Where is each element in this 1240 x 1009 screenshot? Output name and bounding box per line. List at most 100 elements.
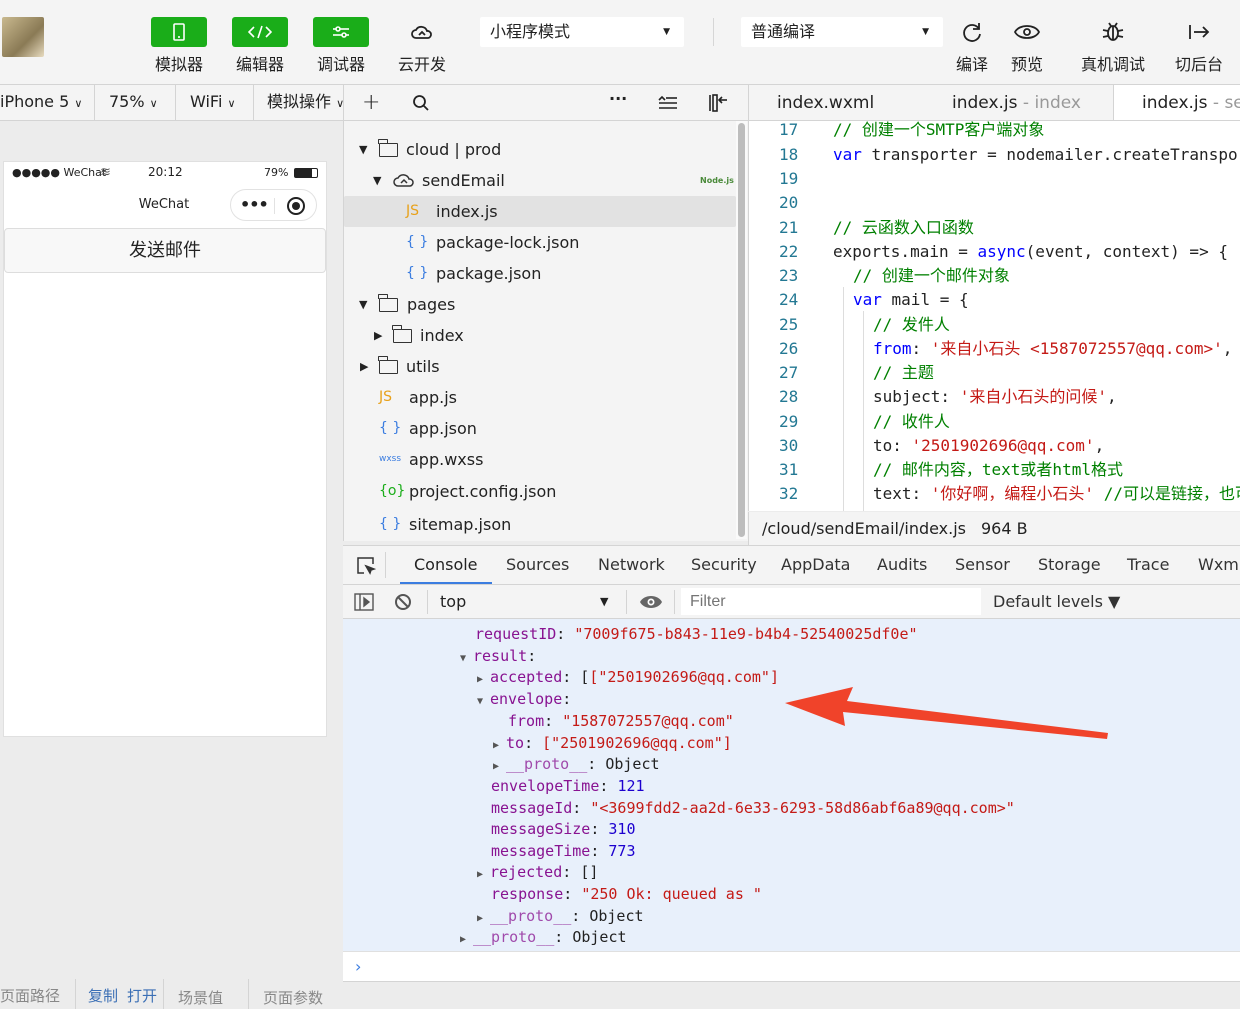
sidebar-toggle-icon[interactable]	[354, 593, 374, 611]
console-line[interactable]: ▶ __proto__: Object	[460, 926, 627, 948]
code-editor[interactable]: 17 // 创建一个SMTP客户端对象 18 var transporter = n…	[748, 121, 1240, 511]
log-levels-select[interactable]: Default levels ▼	[993, 585, 1120, 618]
tab-index-wxml[interactable]: index.wxml	[777, 85, 874, 120]
property-value: "<3699fdd2-aa2d-6e33-6293-58d86abf6a89@q…	[590, 799, 1015, 817]
scrollbar-thumb[interactable]	[738, 123, 745, 537]
console-line[interactable]: ▶ accepted: [["2501902696@qq.com"]	[477, 666, 779, 688]
code-line: 26 from: '来自小石头 <1587072557@qq.com>',	[749, 337, 1240, 361]
console-prompt[interactable]: ›	[343, 951, 1240, 981]
collapsed-triangle-icon[interactable]: ▶	[477, 864, 490, 886]
more-icon[interactable]: ···	[609, 89, 627, 108]
tab-trace[interactable]: Trace	[1127, 546, 1169, 584]
console-line[interactable]: ▼ result:	[460, 645, 536, 667]
context-select[interactable]: top ▼	[440, 585, 614, 618]
code-text: (event, context) => {	[1025, 242, 1228, 261]
inspect-element-icon[interactable]	[356, 556, 376, 576]
console-line[interactable]: ▶ to: ["2501902696@qq.com"]	[493, 732, 732, 754]
tree-item-app-js[interactable]: JS app.js	[344, 382, 736, 413]
tab-network[interactable]: Network	[598, 546, 665, 584]
debugger-button[interactable]	[313, 17, 369, 47]
chevron-down-icon: ∨	[149, 97, 158, 110]
collapse-arrow-icon: ▶	[360, 360, 369, 373]
collapse-all-icon[interactable]	[658, 95, 678, 111]
cloud-button[interactable]	[394, 17, 450, 47]
tab-sensor[interactable]: Sensor	[955, 546, 1010, 584]
tab-appdata[interactable]: AppData	[781, 546, 850, 584]
device-select[interactable]: iPhone 5 ∨	[0, 85, 95, 120]
mode-select[interactable]: 小程序模式 ▼	[480, 17, 684, 47]
tab-index-js-index[interactable]: index.js - index	[952, 85, 1081, 120]
copy-link[interactable]: 复制	[88, 985, 118, 1006]
compile-mode-select[interactable]: 普通编译 ▼	[741, 17, 943, 47]
line-number: 21	[779, 218, 799, 237]
expand-arrow-icon: ▼	[359, 143, 368, 156]
tree-item-utils[interactable]: ▶ utils	[344, 351, 736, 382]
network-select[interactable]: WiFi ∨	[176, 85, 254, 120]
close-mini-program-icon[interactable]	[287, 197, 305, 215]
tree-item-sitemap-json[interactable]: { } sitemap.json	[344, 509, 736, 540]
tab-storage[interactable]: Storage	[1038, 546, 1101, 584]
add-icon[interactable]: +	[362, 90, 380, 115]
tab-suffix: - index	[1017, 93, 1081, 113]
send-email-button[interactable]: 发送邮件	[4, 228, 326, 273]
compile-button[interactable]	[944, 17, 1000, 47]
tree-item-label: app.js	[409, 388, 457, 407]
code-text: mail = {	[881, 290, 969, 309]
tree-item-package-lock-json[interactable]: { } package-lock.json	[344, 227, 736, 258]
collapse-arrow-icon: ▶	[374, 329, 383, 342]
simulator-button[interactable]	[151, 17, 207, 47]
remote-debug-label: 真机调试	[1080, 55, 1145, 74]
red-arrow-annotation	[785, 687, 1108, 739]
console-line[interactable]: ▼ envelope:	[477, 688, 571, 710]
tab-wxml[interactable]: Wxml	[1198, 546, 1240, 584]
tree-item-sendemail[interactable]: ▼ sendEmail Node.js	[344, 165, 736, 196]
tab-security[interactable]: Security	[691, 546, 757, 584]
tree-item-app-wxss[interactable]: wxss app.wxss	[344, 444, 736, 475]
code-string: '你好啊，编程小石头'	[930, 484, 1095, 503]
open-link[interactable]: 打开	[127, 985, 157, 1006]
expanded-triangle-icon[interactable]: ▼	[460, 648, 473, 670]
property-key: response	[491, 885, 564, 903]
eye-icon[interactable]	[639, 594, 663, 610]
background-button[interactable]	[1171, 17, 1227, 47]
tree-item-app-json[interactable]: { } app.json	[344, 413, 736, 444]
tab-sources[interactable]: Sources	[506, 546, 569, 584]
split-panel-icon[interactable]	[708, 94, 728, 112]
tree-item-cloud[interactable]: ▼ cloud | prod	[344, 134, 736, 165]
console-line: messageSize: 310	[491, 820, 636, 838]
code-line: 24 var mail = {	[749, 288, 1240, 312]
clear-console-icon[interactable]	[394, 593, 412, 611]
code-text: exports.main =	[833, 242, 978, 261]
filter-input[interactable]	[681, 588, 981, 615]
property-key: envelope	[490, 690, 563, 708]
editor-button[interactable]	[232, 17, 288, 47]
console-line[interactable]: ▶ __proto__: Object	[477, 905, 644, 927]
remote-debug-button[interactable]	[1085, 17, 1141, 47]
tab-console[interactable]: Console	[400, 546, 492, 584]
divider	[163, 979, 164, 1009]
phone-icon	[173, 23, 185, 41]
avatar[interactable]	[2, 17, 44, 57]
expanded-triangle-icon[interactable]: ▼	[477, 691, 490, 713]
code-line: 27 // 主题	[749, 361, 1240, 385]
search-icon[interactable]	[412, 94, 430, 112]
tab-index-js-sendemail[interactable]: index.js - sendEmail	[1114, 85, 1240, 120]
property-key: rejected	[490, 863, 563, 881]
more-icon[interactable]: •••	[240, 195, 269, 214]
preview-button[interactable]	[999, 17, 1055, 47]
collapsed-triangle-icon[interactable]: ▶	[460, 929, 473, 951]
tree-item-index-folder[interactable]: ▶ index	[344, 320, 736, 351]
tree-item-pages[interactable]: ▼ pages	[344, 289, 736, 320]
tree-item-label: sendEmail	[422, 171, 505, 190]
zoom-select[interactable]: 75% ∨	[95, 85, 176, 120]
tree-item-project-config[interactable]: {o} project.config.json	[344, 476, 736, 507]
code-line: 30 to: '2501902696@qq.com',	[749, 434, 1240, 458]
wifi-icon: ≋	[100, 165, 111, 180]
tree-item-package-json[interactable]: { } package.json	[344, 258, 736, 289]
console-line[interactable]: ▶ rejected: []	[477, 861, 598, 883]
file-tree-scrollbar[interactable]	[736, 121, 747, 539]
tab-audits[interactable]: Audits	[877, 546, 927, 584]
tree-item-index-js[interactable]: JS index.js	[344, 196, 736, 227]
console-line[interactable]: ▶ __proto__: Object	[493, 753, 660, 775]
simulate-actions-select[interactable]: 模拟操作 ∨	[254, 85, 343, 120]
